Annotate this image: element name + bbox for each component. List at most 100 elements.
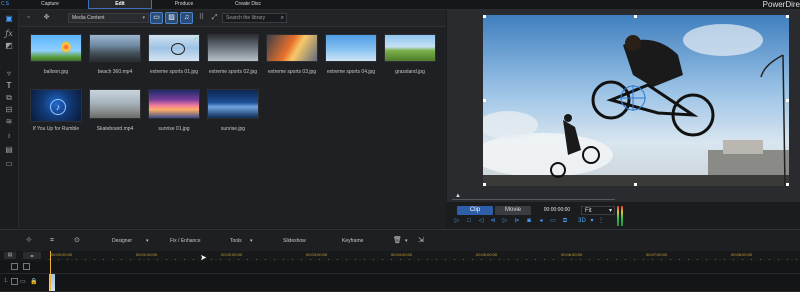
next-frame-icon[interactable]: ▷ [501,217,509,226]
media-thumbnail[interactable] [207,34,259,62]
resize-handle[interactable] [483,99,486,102]
image-filter-icon[interactable]: ▨ [165,12,178,24]
ruler-tick: 00:04:00:00 [391,252,413,257]
play-icon[interactable]: ▷ [453,217,461,226]
audio-filter-icon[interactable]: ♫ [180,12,193,24]
track-visibility-checkbox[interactable] [11,263,18,270]
chevron-down-icon: ▾ [142,15,145,21]
media-thumbnail[interactable]: ♪ [30,89,82,122]
resize-handle[interactable] [786,183,789,186]
media-thumbnail[interactable] [266,34,318,62]
resize-handle[interactable] [786,15,789,18]
chevron-down-icon[interactable]: ▾ [146,230,149,252]
timecode: 00:00:00:00 [543,207,571,213]
display-icon[interactable]: ▭ [549,217,557,226]
keyframe-button[interactable]: Keyframe [342,230,363,252]
particle-icon[interactable]: ▿ [4,69,14,78]
settings-icon[interactable]: ⊙ [74,230,80,252]
track-visibility-checkbox[interactable] [11,278,18,285]
media-thumbnail[interactable]: ✓ [148,34,200,62]
video-filter-icon[interactable]: ▭ [150,12,163,24]
search-icon[interactable]: ⌕ [281,14,284,23]
media-content-dropdown[interactable]: Media Content ▾ [68,13,149,23]
chevron-down-icon[interactable]: ▾ [250,230,253,252]
media-caption: sunrise 01.jpg [158,126,190,132]
fix-enhance-button[interactable]: Fix / Enhance [170,230,201,252]
media-caption: extreme sports 02.jpg [208,69,258,75]
plugin-icon[interactable]: ✥ [41,13,52,23]
ruler-tick: 00:03:00:00 [306,252,328,257]
expand-icon[interactable]: ⤢ [209,13,220,23]
fx-icon[interactable]: ƒx [4,29,14,38]
tab-edit[interactable]: Edit [88,0,152,9]
media-thumbnail[interactable] [325,34,377,62]
track-lock-checkbox[interactable] [23,263,30,270]
designer-menu[interactable]: Designer [112,230,132,252]
media-thumbnail[interactable] [384,34,436,62]
resize-handle[interactable] [483,15,486,18]
resize-handle[interactable] [634,15,637,18]
search-input[interactable]: Search the library ⌕ [222,13,287,23]
export-icon[interactable]: ⇲ [418,230,424,252]
audio-icon[interactable]: ≋ [4,117,14,126]
undock-icon[interactable]: ⧉ [561,217,569,226]
media-thumbnail[interactable] [30,34,82,62]
lock-icon[interactable]: 🔒 [30,278,37,285]
more-options-icon[interactable]: ⋮ [597,217,605,226]
media-thumbnail[interactable] [148,89,200,119]
preview-canvas[interactable] [483,15,789,186]
fast-forward-icon[interactable]: ⊳ [513,217,521,226]
music-note-icon: ♪ [50,99,66,115]
transition-icon[interactable]: ⧉ [4,93,14,102]
resize-handle[interactable] [483,183,486,186]
zoom-fit-dropdown[interactable]: Fit ▾ [581,206,615,215]
import-icon[interactable]: ▫ [23,13,34,23]
media-thumbnail[interactable] [89,89,141,119]
crop-icon[interactable]: ⌗ [50,230,54,252]
track-row [0,261,800,274]
preview-scrub-bar[interactable] [452,199,615,200]
media-room-icon[interactable]: ▣ [4,14,14,23]
grid-view-icon[interactable]: ⠿ [196,13,207,23]
movie-mode-button[interactable]: Movie [495,206,531,215]
3d-button[interactable]: 3D [575,217,589,226]
media-thumbnail[interactable] [207,89,259,119]
tab-produce[interactable]: Produce [152,0,216,9]
chevron-down-icon[interactable]: ▾ [405,230,408,252]
preview-image [483,15,789,186]
audio-meter-left [617,206,619,226]
snapshot-icon[interactable]: ◙ [525,217,533,226]
pip-icon[interactable]: ◩ [4,41,14,50]
chapter-icon[interactable]: ▤ [4,145,14,154]
volume-icon[interactable]: ◂ [537,217,545,226]
previous-frame-icon[interactable]: ◁ [477,217,485,226]
delete-icon[interactable]: 🗑 [393,230,402,252]
chevron-down-icon[interactable]: ▾ [589,217,595,226]
title-icon[interactable]: T [4,81,14,90]
track-row: 1. ▭ 🔒 [0,274,800,292]
tab-create-disc[interactable]: Create Disc [216,0,280,9]
resize-handle[interactable] [634,183,637,186]
clip-mode-button[interactable]: Clip [457,206,493,215]
media-thumbnail[interactable] [89,34,141,62]
ruler-scale [49,259,800,260]
room-rail: ▣ ƒx ◩ ▿ T ⧉ ⊟ ≋ ♁ ▤ ▭ [0,10,19,228]
zoom-fit-icon[interactable]: ◂▸ [23,252,41,259]
resize-handle[interactable] [786,99,789,102]
ruler-tick: 00:00:00:00 [51,252,73,257]
ruler-tick: 00:07:00:00 [646,252,668,257]
add-track-icon[interactable]: ✥ [26,230,32,252]
tab-capture[interactable]: Capture [14,0,86,9]
tools-menu[interactable]: Tools [230,230,242,252]
stop-icon[interactable]: □ [465,217,473,226]
media-caption: balloon.jpg [43,69,69,75]
subtitle-icon[interactable]: ▭ [4,159,14,168]
track-manager-icon[interactable]: ▤ [4,252,16,259]
timeline-ruler[interactable]: ▤ ◂▸ 00:00:00:00 00:01:00:00 00:02:00:00… [0,251,800,262]
rewind-icon[interactable]: ⊲ [489,217,497,226]
media-caption: extreme sports 01.jpg [149,69,199,75]
audio-mix-icon[interactable]: ⊟ [4,105,14,114]
slideshow-button[interactable]: Slideshow [283,230,306,252]
playhead[interactable] [50,251,51,291]
voice-over-icon[interactable]: ♁ [4,131,14,140]
